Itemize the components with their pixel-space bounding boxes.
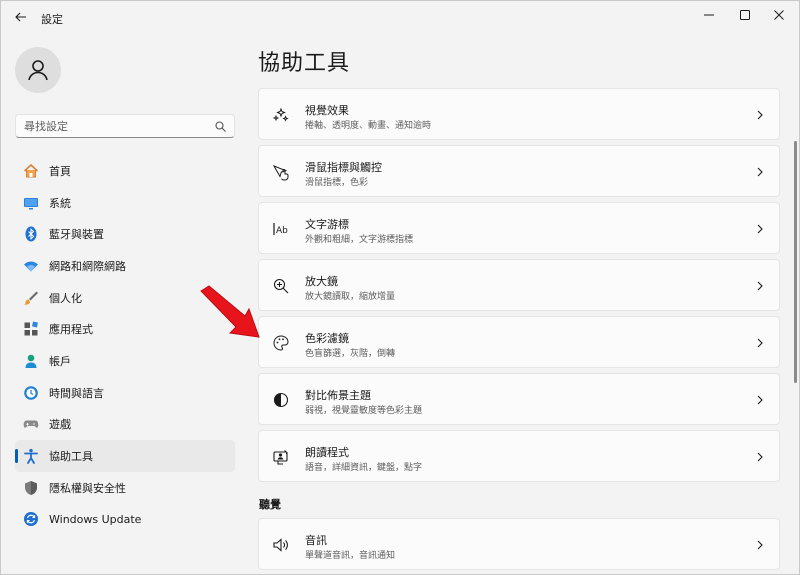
search-box[interactable] — [15, 114, 235, 138]
vertical-scrollbar[interactable] — [794, 141, 797, 383]
card-title: 滑鼠指標與觸控 — [305, 161, 382, 174]
card-magnifier[interactable]: 放大鏡 放大鏡讀取，縮放增量 — [258, 259, 780, 311]
sidebar-item-label: 時間與語言 — [49, 386, 104, 400]
title-bar: 設定 — [1, 1, 799, 33]
card-visual-effects[interactable]: 視覺效果 捲軸、透明度、動畫、通知逾時 — [258, 88, 780, 140]
app-title: 設定 — [41, 13, 63, 26]
card-subtitle: 捲軸、透明度、動畫、通知逾時 — [305, 121, 432, 131]
sidebar-item-label: 個人化 — [49, 291, 82, 305]
brush-icon — [23, 290, 39, 306]
card-text-cursor[interactable]: Ab 文字游標 外觀和粗細，文字游標指標 — [258, 202, 780, 254]
chevron-right-icon — [755, 450, 765, 464]
sidebar-item-label: 藍牙與裝置 — [49, 228, 104, 242]
chevron-right-icon — [755, 108, 765, 122]
maximize-icon — [740, 10, 750, 20]
card-title: 色彩濾鏡 — [305, 332, 349, 345]
card-mouse-pointer-touch[interactable]: 滑鼠指標與觸控 滑鼠指標，色彩 — [258, 145, 780, 197]
sidebar-item-network[interactable]: 網路和網際網路 — [15, 250, 235, 282]
monitor-icon — [23, 195, 39, 211]
card-title: 音訊 — [305, 534, 327, 547]
sidebar-item-privacy[interactable]: 隱私權與安全性 — [15, 472, 235, 504]
home-icon — [23, 163, 39, 179]
user-icon — [28, 60, 48, 81]
sidebar-item-label: 首頁 — [49, 164, 71, 178]
sidebar-item-label: 網路和網際網路 — [49, 259, 126, 273]
card-subtitle: 放大鏡讀取，縮放增量 — [305, 292, 396, 302]
svg-text:Ab: Ab — [276, 226, 288, 236]
update-icon — [23, 511, 39, 527]
card-contrast-themes[interactable]: 對比佈景主題 弱視，視覺靈敏度等色彩主題 — [258, 373, 780, 425]
chevron-right-icon — [755, 222, 765, 236]
account-icon — [23, 353, 39, 369]
sidebar-item-accessibility[interactable]: 協助工具 — [15, 440, 235, 472]
section-heading-hearing: 聽覺 — [259, 498, 281, 511]
bluetooth-icon — [23, 226, 39, 242]
chevron-right-icon — [755, 336, 765, 350]
page-title: 協助工具 — [258, 51, 351, 76]
sidebar-item-label: Windows Update — [49, 512, 142, 526]
contrast-icon — [272, 391, 290, 409]
sidebar-item-system[interactable]: 系統 — [15, 187, 235, 219]
minimize-button[interactable] — [689, 5, 729, 25]
back-arrow-icon — [15, 12, 26, 22]
card-audio[interactable]: 音訊 單聲道音訊，音訊通知 — [258, 518, 780, 570]
narrator-icon — [272, 448, 290, 466]
close-button[interactable] — [759, 5, 799, 25]
sidebar-nav: 首頁 系統 藍牙與裝置 網路和網際網路 個人化 應用程式 帳戶 時間與語言 遊戲… — [15, 155, 235, 535]
sidebar-item-label: 帳戶 — [49, 354, 71, 368]
back-button[interactable] — [11, 8, 31, 26]
shield-icon — [23, 480, 39, 496]
close-icon — [774, 10, 784, 20]
sidebar-item-bluetooth[interactable]: 藍牙與裝置 — [15, 218, 235, 250]
card-color-filters[interactable]: 色彩濾鏡 色盲篩選，灰階，倒轉 — [258, 316, 780, 368]
text-cursor-icon: Ab — [272, 220, 290, 238]
sidebar-item-label: 應用程式 — [49, 323, 93, 337]
sidebar-item-home[interactable]: 首頁 — [15, 155, 235, 187]
card-title: 對比佈景主題 — [305, 389, 371, 402]
sidebar-item-time-language[interactable]: 時間與語言 — [15, 377, 235, 409]
chevron-right-icon — [755, 165, 765, 179]
search-input[interactable] — [24, 119, 214, 133]
card-title: 文字游標 — [305, 218, 349, 231]
search-icon[interactable] — [214, 120, 226, 132]
card-narrator[interactable]: 朗讀程式 語音，詳細資訊，鍵盤，點字 — [258, 430, 780, 482]
card-subtitle: 外觀和粗細，文字游標指標 — [305, 235, 414, 245]
card-title: 朗讀程式 — [305, 446, 349, 459]
sidebar-item-windows-update[interactable]: Windows Update — [15, 504, 235, 536]
globe-clock-icon — [23, 385, 39, 401]
speaker-icon — [272, 536, 290, 554]
sparkle-icon — [272, 106, 290, 124]
palette-icon — [272, 334, 290, 352]
sidebar-item-accounts[interactable]: 帳戶 — [15, 345, 235, 377]
pointer-touch-icon — [272, 163, 290, 181]
accessibility-icon — [23, 448, 39, 464]
card-subtitle: 語音，詳細資訊，鍵盤，點字 — [305, 463, 423, 473]
user-avatar[interactable] — [15, 47, 61, 93]
settings-window: 設定 首頁 系統 — [0, 0, 800, 575]
card-subtitle: 單聲道音訊，音訊通知 — [305, 551, 396, 561]
card-title: 視覺效果 — [305, 104, 349, 117]
sidebar-item-label: 隱私權與安全性 — [49, 481, 126, 495]
sidebar-item-label: 協助工具 — [49, 450, 93, 464]
card-subtitle: 滑鼠指標，色彩 — [305, 178, 369, 188]
sidebar-item-label: 遊戲 — [49, 418, 71, 432]
red-arrow-annotation-icon — [200, 285, 260, 338]
chevron-right-icon — [755, 279, 765, 293]
sidebar-item-gaming[interactable]: 遊戲 — [15, 409, 235, 441]
sidebar-item-label: 系統 — [49, 196, 71, 210]
gamepad-icon — [23, 416, 39, 432]
minimize-icon — [704, 14, 714, 16]
wifi-icon — [23, 258, 39, 274]
magnifier-icon — [272, 277, 290, 295]
chevron-right-icon — [755, 393, 765, 407]
card-title: 放大鏡 — [305, 275, 338, 288]
chevron-right-icon — [755, 538, 765, 552]
card-subtitle: 色盲篩選，灰階，倒轉 — [305, 349, 396, 359]
apps-icon — [23, 321, 39, 337]
card-subtitle: 弱視，視覺靈敏度等色彩主題 — [305, 406, 423, 416]
